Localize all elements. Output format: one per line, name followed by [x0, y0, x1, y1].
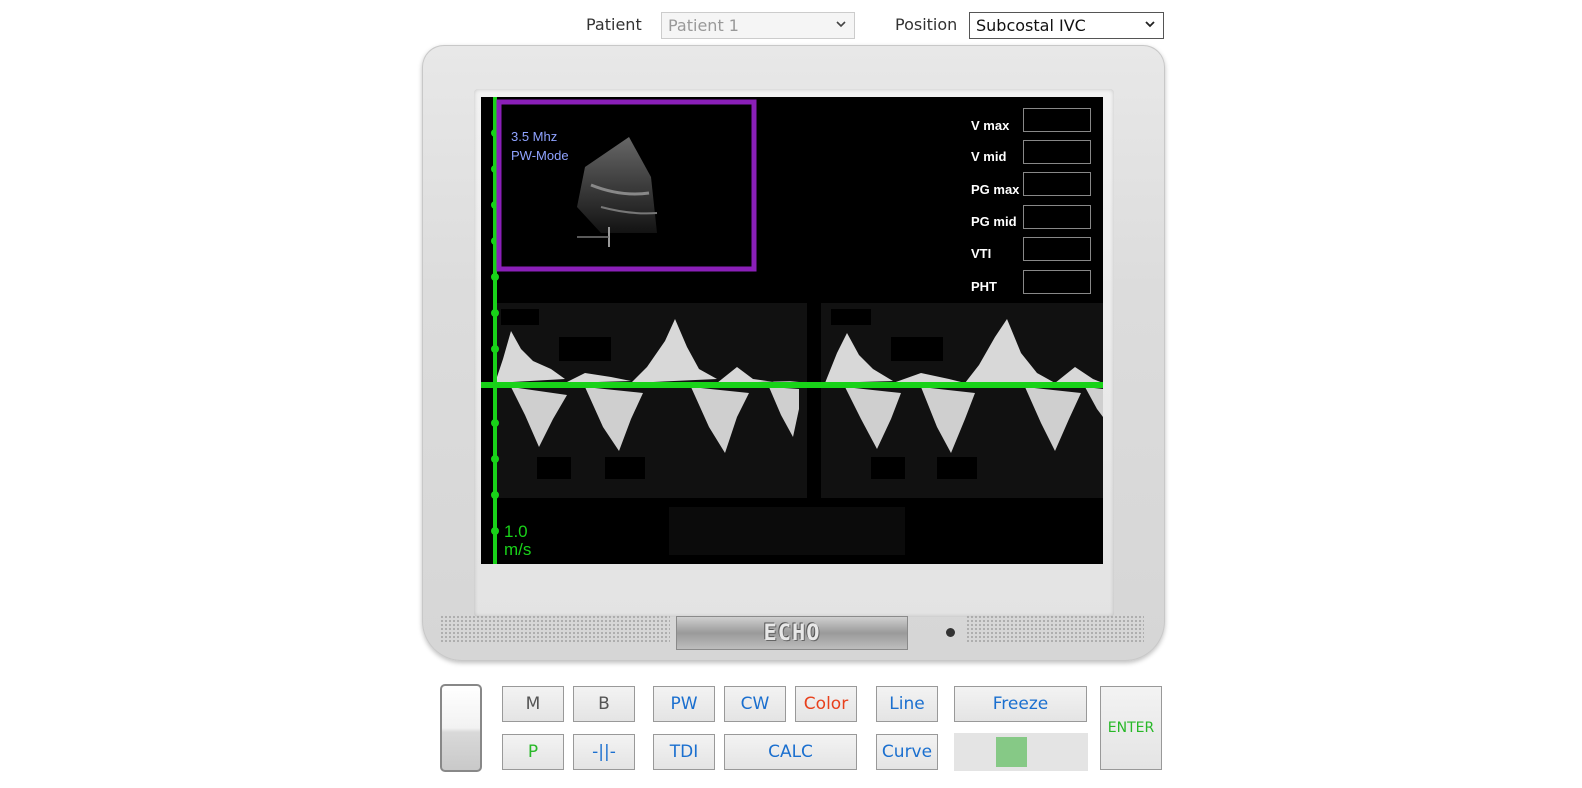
position-label: Position — [895, 15, 958, 34]
spectrum-footer — [669, 507, 905, 555]
vmid-value-box — [1023, 140, 1091, 164]
patient-select[interactable]: Patient 1 — [661, 12, 855, 39]
position-select-value: Subcostal IVC — [976, 16, 1086, 35]
m-mode-button[interactable]: M — [502, 686, 564, 722]
chevron-down-icon — [836, 21, 846, 28]
gain-slider-handle[interactable] — [996, 737, 1027, 767]
pht-label: PHT — [971, 279, 997, 294]
vti-label: VTI — [971, 246, 992, 261]
probe-slider[interactable] — [440, 684, 482, 772]
brand-plate: ECHO — [676, 616, 908, 650]
brand-text: ECHO — [763, 620, 821, 646]
caliper-button[interactable]: -||- — [573, 734, 635, 770]
power-led — [946, 628, 955, 637]
cw-button[interactable]: CW — [724, 686, 786, 722]
b-mode-button[interactable]: B — [573, 686, 635, 722]
mode-label: PW-Mode — [511, 148, 569, 163]
patient-select-value: Patient 1 — [668, 16, 739, 35]
pgmax-value-box — [1023, 172, 1091, 196]
vti-value-box — [1023, 237, 1091, 261]
pht-value-box — [1023, 270, 1091, 294]
ultrasound-screen: 3.5 Mhz PW-Mode 1.0 m/s V max V mid PG m… — [481, 97, 1103, 564]
vmax-label: V max — [971, 118, 1010, 133]
enter-button[interactable]: ENTER — [1100, 686, 1162, 770]
pw-button[interactable]: PW — [653, 686, 715, 722]
pgmax-label: PG max — [971, 182, 1020, 197]
freeze-button[interactable]: Freeze — [954, 686, 1087, 722]
pgmid-label: PG mid — [971, 214, 1017, 229]
speaker-grille-right — [966, 615, 1144, 643]
scale-unit: m/s — [504, 540, 532, 559]
gain-slider-track[interactable] — [954, 733, 1088, 771]
chevron-down-icon — [1145, 21, 1155, 28]
patient-label: Patient — [586, 15, 642, 34]
p-button[interactable]: P — [502, 734, 564, 770]
vmax-value-box — [1023, 108, 1091, 132]
calc-button[interactable]: CALC — [724, 734, 857, 770]
tdi-button[interactable]: TDI — [653, 734, 715, 770]
probe-frequency: 3.5 Mhz — [511, 129, 558, 144]
speaker-grille-left — [440, 615, 670, 643]
line-button[interactable]: Line — [876, 686, 938, 722]
pgmid-value-box — [1023, 205, 1091, 229]
doppler-display — [481, 97, 1103, 564]
color-button[interactable]: Color — [795, 686, 857, 722]
scale-value: 1.0 — [504, 522, 528, 541]
vmid-label: V mid — [971, 149, 1007, 164]
position-select[interactable]: Subcostal IVC — [969, 12, 1164, 39]
curve-button[interactable]: Curve — [876, 734, 938, 770]
